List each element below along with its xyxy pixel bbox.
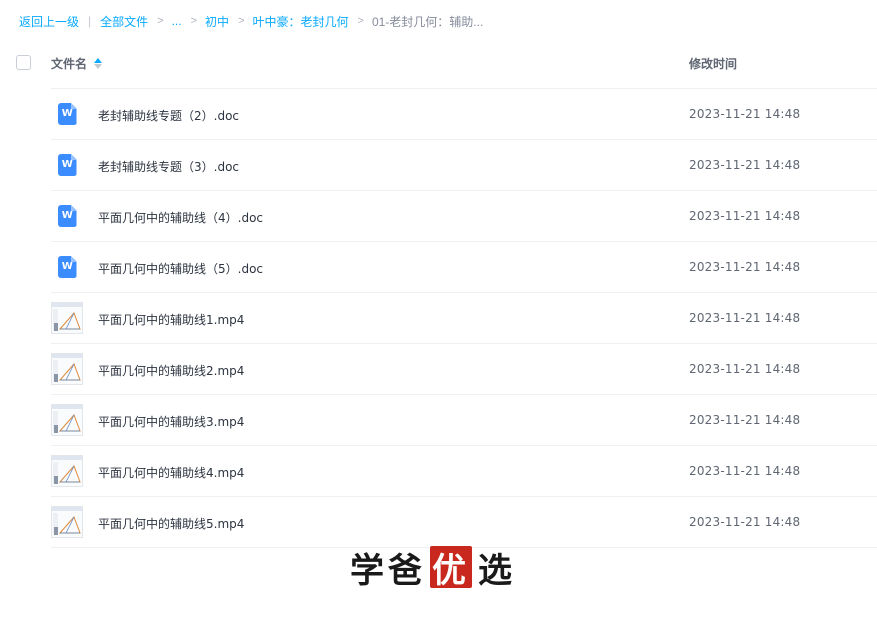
file-list-header: 文件名 修改时间 [0,46,877,80]
back-link[interactable]: 返回上一级 [19,13,79,30]
breadcrumb-divider: | [88,14,92,28]
chevron-right-icon: > [190,15,198,27]
video-thumbnail [51,404,83,436]
breadcrumb-junior-high[interactable]: 初中 [205,13,229,30]
chevron-right-icon: > [357,15,364,27]
file-row[interactable]: W 老封辅助线专题（3）.doc 2023-11-21 14:48 [51,140,877,191]
column-header-name-label: 文件名 [51,57,88,71]
file-modified-time: 2023-11-21 14:48 [689,107,801,121]
video-thumbnail [51,353,83,385]
doc-file-icon: W [51,251,83,283]
watermark-text: 学爸 [350,550,426,591]
file-name[interactable]: 平面几何中的辅助线5.mp4 [98,515,244,532]
file-name[interactable]: 平面几何中的辅助线（4）.doc [98,209,263,226]
file-name[interactable]: 平面几何中的辅助线4.mp4 [98,464,244,481]
file-name[interactable]: 平面几何中的辅助线1.mp4 [98,311,244,328]
file-row[interactable]: 平面几何中的辅助线2.mp4 2023-11-21 14:48 [51,344,877,395]
file-modified-time: 2023-11-21 14:48 [689,413,801,427]
breadcrumb-ellipsis[interactable]: ... [172,14,182,28]
chevron-right-icon: > [238,15,245,27]
breadcrumb-all-files[interactable]: 全部文件 [100,13,148,30]
doc-file-icon: W [51,200,83,232]
file-row[interactable]: 平面几何中的辅助线3.mp4 2023-11-21 14:48 [51,395,877,446]
file-list: W 老封辅助线专题（2）.doc 2023-11-21 14:48 W 老封辅助线专题（… [51,88,877,548]
file-name[interactable]: 平面几何中的辅助线2.mp4 [98,362,244,379]
file-modified-time: 2023-11-21 14:48 [689,260,801,274]
video-thumbnail [51,455,83,487]
file-name[interactable]: 平面几何中的辅助线（5）.doc [98,260,263,277]
breadcrumb-current: 01-老封几何：辅助... [371,14,484,29]
file-modified-time: 2023-11-21 14:48 [689,464,801,478]
video-thumbnail [51,302,83,334]
select-all-checkbox[interactable] [16,55,31,70]
file-row[interactable]: W 老封辅助线专题（2）.doc 2023-11-21 14:48 [51,89,877,140]
file-row[interactable]: W 平面几何中的辅助线（4）.doc 2023-11-21 14:48 [51,191,877,242]
file-row[interactable]: W 平面几何中的辅助线（5）.doc 2023-11-21 14:48 [51,242,877,293]
breadcrumb-folder[interactable]: 叶中豪：老封几何 [253,13,349,30]
file-name[interactable]: 老封辅助线专题（3）.doc [98,158,239,175]
sort-icon[interactable] [94,58,103,69]
file-modified-time: 2023-11-21 14:48 [689,362,801,376]
column-header-name[interactable]: 文件名 [51,55,103,72]
file-name[interactable]: 老封辅助线专题（2）.doc [98,107,239,124]
doc-file-icon: W [51,98,83,130]
watermark-text-end: 选 [478,550,516,591]
file-row[interactable]: 平面几何中的辅助线1.mp4 2023-11-21 14:48 [51,293,877,344]
watermark-highlight: 优 [430,546,472,591]
column-header-modified-time[interactable]: 修改时间 [689,55,737,72]
doc-file-icon: W [51,149,83,181]
chevron-right-icon: > [157,15,164,27]
file-modified-time: 2023-11-21 14:48 [689,209,801,223]
watermark-logo: 学爸 优 选 [350,545,516,591]
file-modified-time: 2023-11-21 14:48 [689,515,801,529]
breadcrumb: 返回上一级 | 全部文件 > ... > 初中 > 叶中豪：老封几何 > 01-… [19,11,483,31]
file-row[interactable]: 平面几何中的辅助线5.mp4 2023-11-21 14:48 [51,497,877,548]
video-thumbnail [51,506,83,538]
file-modified-time: 2023-11-21 14:48 [689,158,801,172]
file-modified-time: 2023-11-21 14:48 [689,311,801,325]
file-name[interactable]: 平面几何中的辅助线3.mp4 [98,413,244,430]
file-row[interactable]: 平面几何中的辅助线4.mp4 2023-11-21 14:48 [51,446,877,497]
